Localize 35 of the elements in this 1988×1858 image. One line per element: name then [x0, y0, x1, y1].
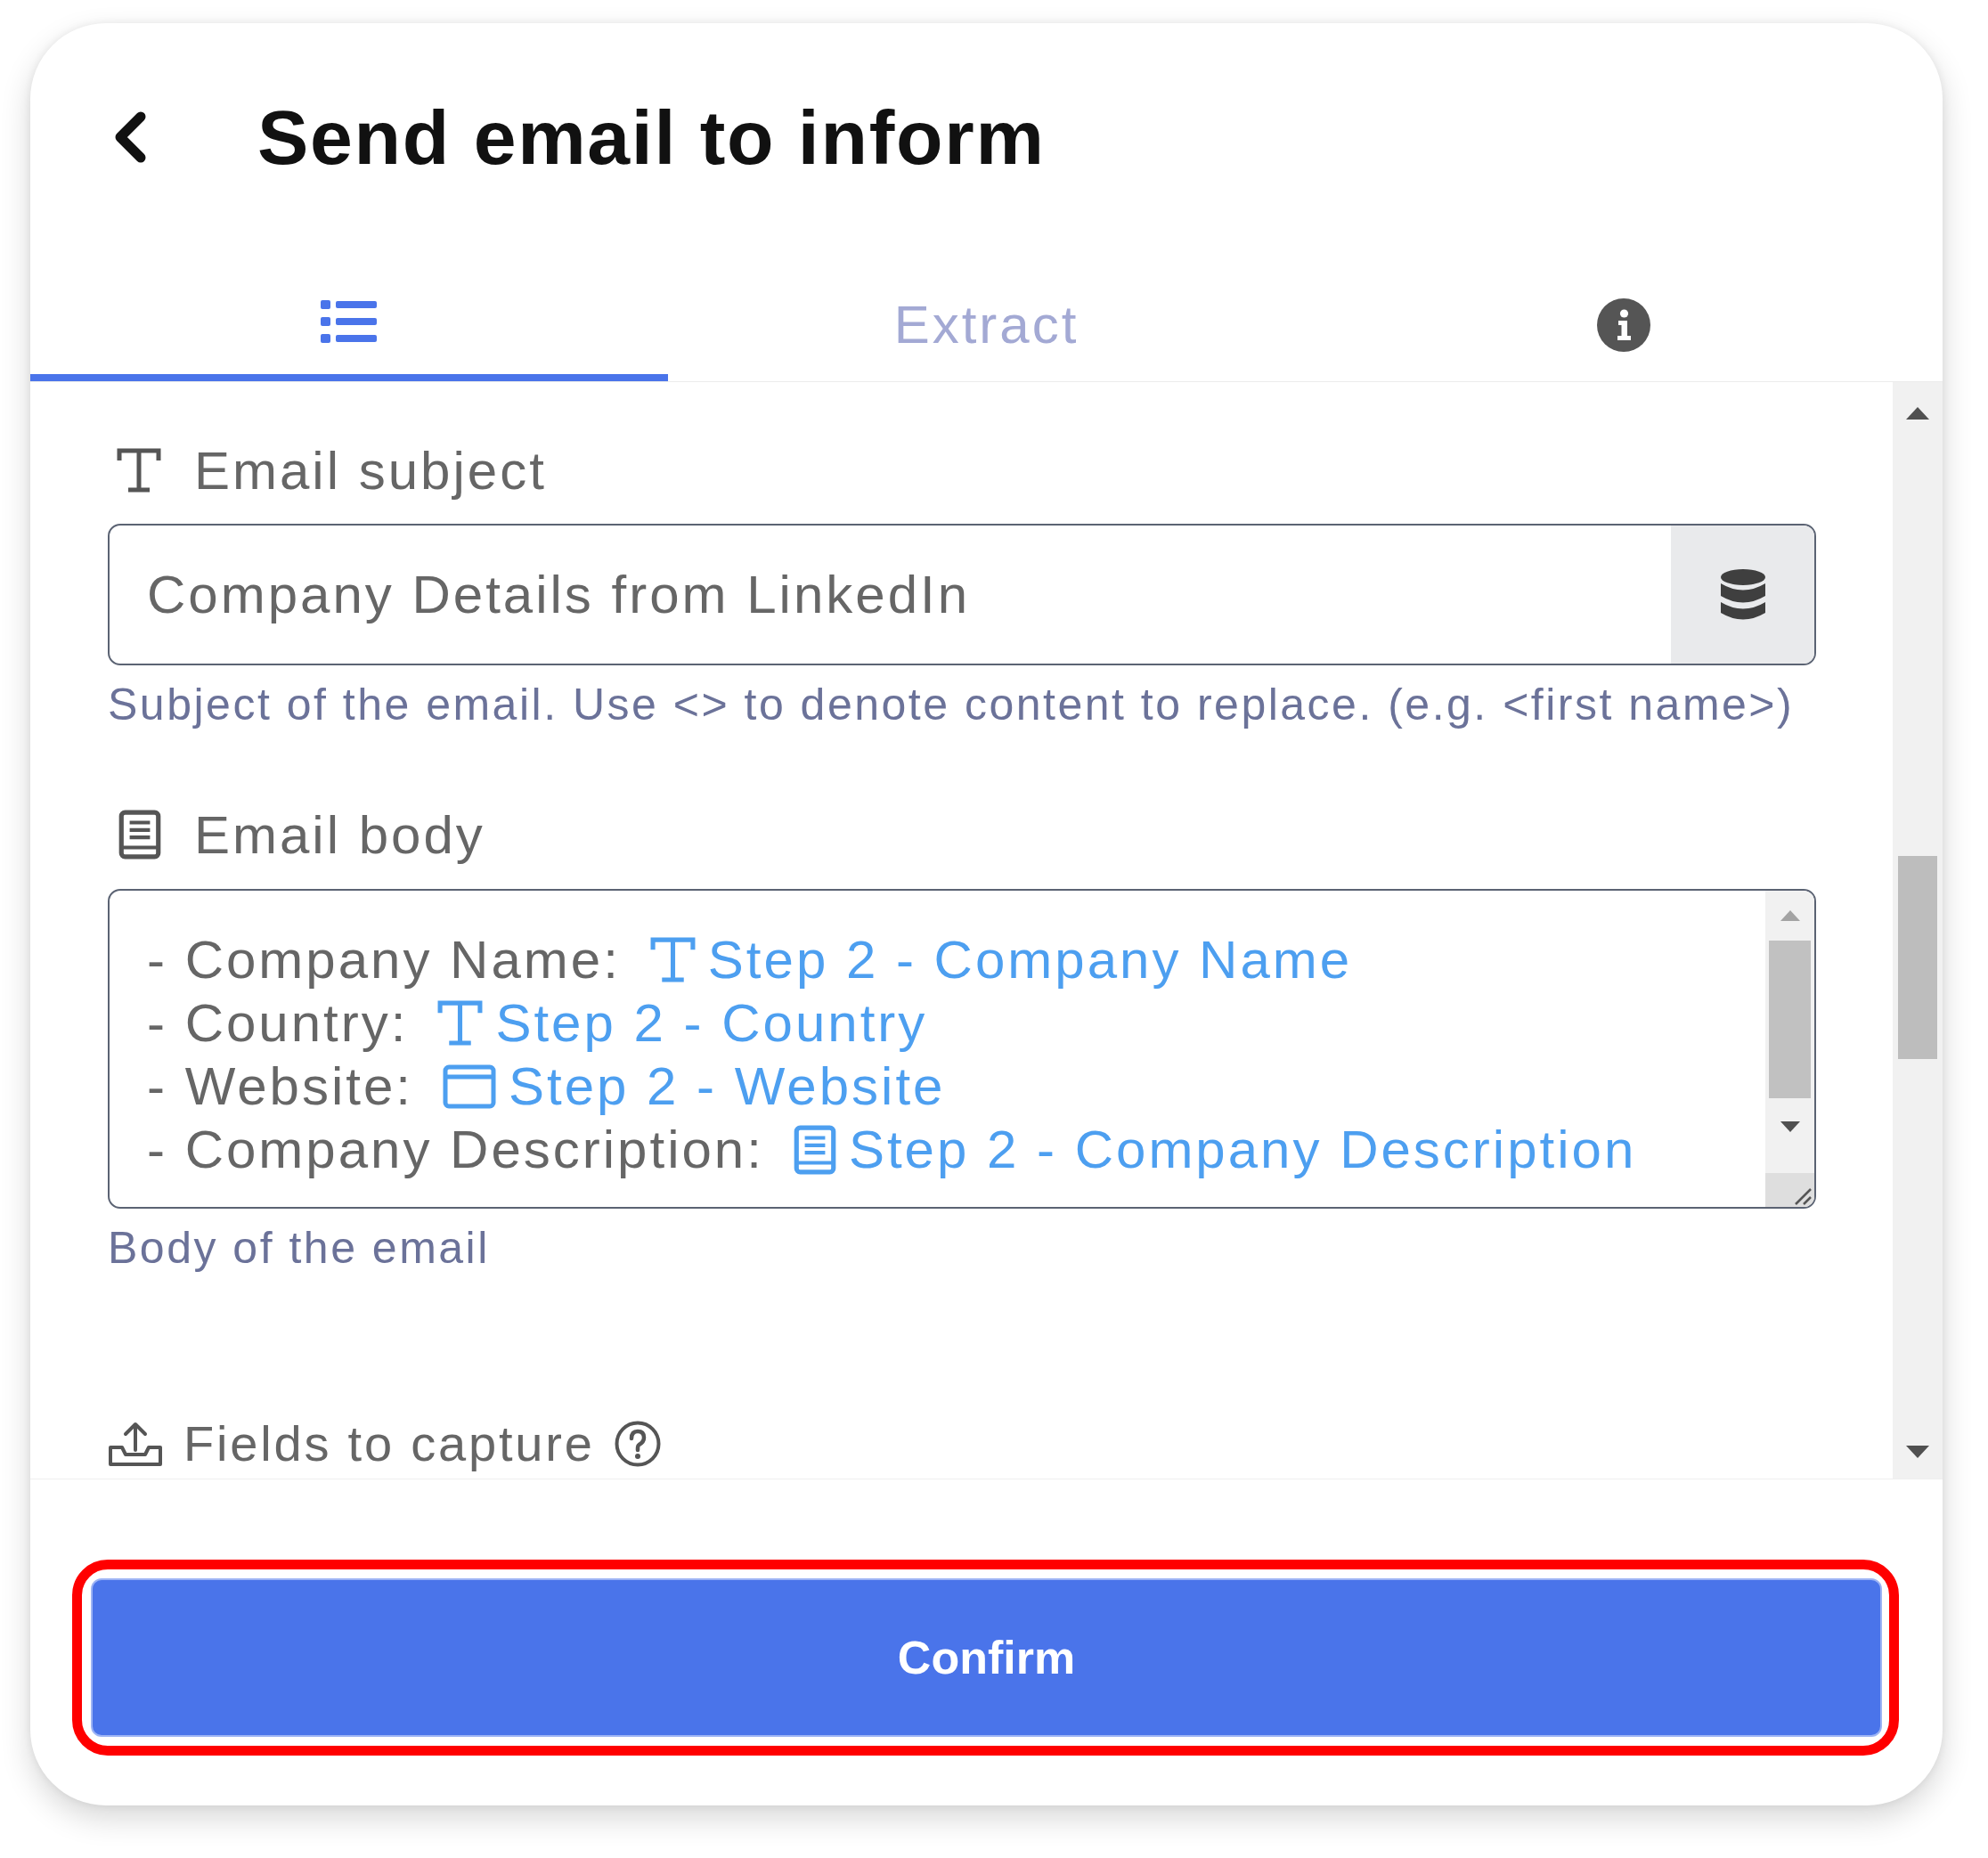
scroll-down-arrow[interactable]: [1906, 1446, 1929, 1458]
field-label: Fields to capture: [183, 1414, 595, 1473]
helper-text: Body of the email: [108, 1222, 491, 1275]
document-icon: [118, 810, 161, 860]
resize-handle[interactable]: [1765, 1173, 1814, 1207]
variable-picker-button[interactable]: [1671, 526, 1814, 664]
helper-text: Subject of the email. Use <> to denote content to replace. (e.g. <first name>): [108, 679, 1796, 731]
body-line-text: - Company Name:: [147, 929, 621, 990]
confirm-button[interactable]: Confirm: [91, 1578, 1882, 1737]
scroll-up-arrow[interactable]: [1906, 407, 1929, 420]
database-icon: [1719, 567, 1766, 622]
info-icon: [1597, 298, 1651, 352]
body-line-text: - Country:: [147, 992, 409, 1054]
variable-tag: Step 2 - Company Name: [707, 929, 1353, 990]
field-label: Email subject: [194, 439, 547, 501]
variable-tag: Step 2 - Website: [509, 1055, 946, 1117]
field-label: Email body: [194, 803, 485, 866]
variable-tag: Step 2 - Company Description: [848, 1119, 1637, 1180]
text-type-icon: [649, 936, 696, 983]
list-icon: [321, 300, 378, 343]
body-line-text: - Company Description:: [147, 1119, 764, 1180]
variable-tag: Step 2 - Country: [495, 992, 928, 1054]
text-type-icon: [117, 447, 161, 493]
document-icon: [793, 1124, 836, 1175]
tray-upload-icon: [108, 1421, 163, 1467]
help-icon[interactable]: [614, 1421, 661, 1467]
browser-window-icon: [443, 1063, 496, 1109]
text-type-icon: [437, 999, 484, 1047]
body-line-text: - Website:: [147, 1055, 413, 1117]
text-input[interactable]: Company Details from LinkedIn: [108, 524, 1816, 665]
scroll-down-arrow[interactable]: [1780, 1121, 1800, 1132]
scrollbar-thumb[interactable]: [1769, 941, 1811, 1098]
scrollbar-thumb[interactable]: [1898, 856, 1937, 1059]
dialog-title: Send email to inform: [257, 93, 1046, 182]
textarea-field[interactable]: - Company Name: Step 2 - Company Name - Country: Step 2 - Country - Website: Step 2 - Website - Company Description: Step 2 - Company Description: [108, 889, 1816, 1209]
